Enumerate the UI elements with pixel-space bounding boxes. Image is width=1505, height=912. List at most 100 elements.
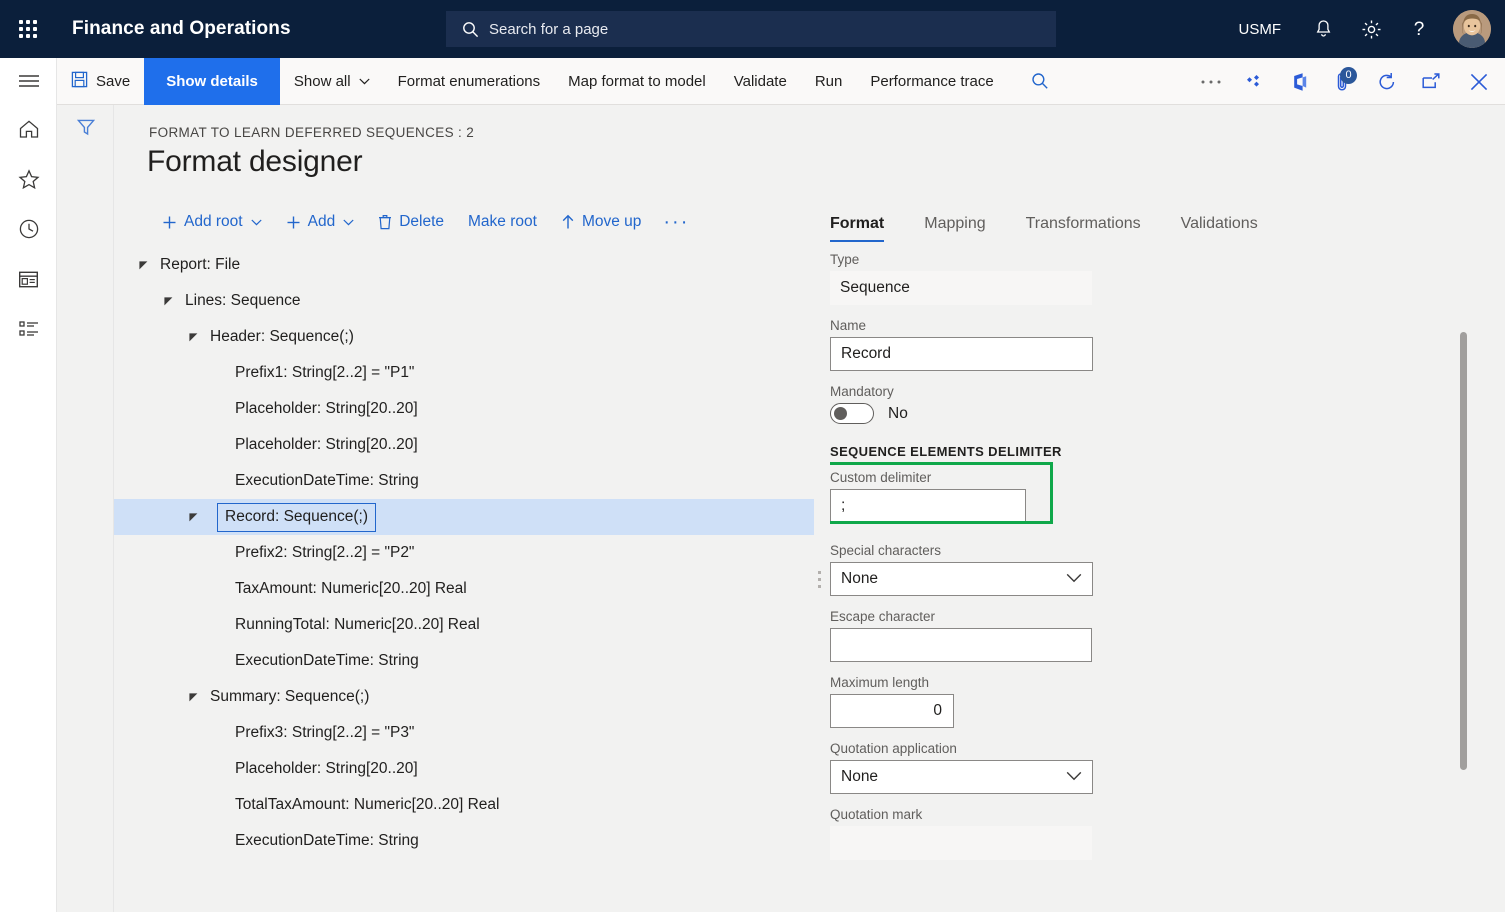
tree-node-label: Report: File [160, 256, 240, 274]
clock-icon[interactable] [0, 204, 57, 254]
global-search-box[interactable]: Search for a page [446, 11, 1056, 47]
performance-trace-button[interactable]: Performance trace [856, 58, 1007, 105]
add-button[interactable]: Add [274, 203, 367, 241]
maximum-length-field-group: Maximum length 0 [830, 675, 1505, 728]
delete-button[interactable]: Delete [366, 203, 456, 241]
company-selector[interactable]: USMF [1221, 21, 1300, 38]
home-icon[interactable] [0, 104, 57, 154]
question-mark-icon[interactable]: ? [1395, 0, 1443, 58]
star-icon[interactable] [0, 154, 57, 204]
tree-node[interactable]: Prefix1: String[2..2] = "P1" [114, 355, 814, 391]
run-button[interactable]: Run [801, 58, 857, 105]
tab-validations[interactable]: Validations [1181, 215, 1258, 242]
tree-node[interactable]: Report: File [114, 247, 814, 283]
tree-node[interactable]: TaxAmount: Numeric[20..20] Real [114, 571, 814, 607]
tree-node-label: ExecutionDateTime: String [235, 832, 419, 850]
tree-node[interactable]: ExecutionDateTime: String [114, 463, 814, 499]
make-root-label: Make root [468, 213, 537, 231]
office-app-icon[interactable] [1277, 58, 1321, 105]
maximum-length-input[interactable]: 0 [830, 694, 954, 728]
delete-label: Delete [399, 213, 444, 231]
escape-character-input[interactable] [830, 628, 1092, 662]
tree-node-label: RunningTotal: Numeric[20..20] Real [235, 616, 480, 634]
chevron-down-icon [343, 219, 354, 226]
tree-expander-icon[interactable] [161, 294, 175, 308]
name-field-group: Name Record [830, 318, 1505, 371]
chevron-down-icon [1066, 570, 1082, 588]
tree-node-label: Prefix1: String[2..2] = "P1" [235, 364, 414, 382]
detail-tabs: Format Mapping Transformations Validatio… [830, 200, 1298, 242]
tree-node[interactable]: Prefix2: String[2..2] = "P2" [114, 535, 814, 571]
tab-format[interactable]: Format [830, 215, 884, 242]
hamburger-menu-icon[interactable] [0, 58, 57, 104]
tree-expander-icon[interactable] [186, 510, 200, 524]
mandatory-value: No [888, 405, 908, 423]
make-root-button[interactable]: Make root [456, 203, 549, 241]
detail-panel-scrollbar[interactable] [1460, 332, 1467, 770]
tree-expander-spacer [211, 546, 225, 560]
custom-delimiter-input[interactable]: ; [830, 489, 1026, 523]
tree-node[interactable]: ExecutionDateTime: String [114, 823, 814, 859]
tree-expander-spacer [211, 402, 225, 416]
validate-label: Validate [734, 73, 787, 90]
refresh-icon[interactable] [1365, 58, 1409, 105]
tree-node[interactable]: Placeholder: String[20..20] [114, 751, 814, 787]
name-input[interactable]: Record [830, 337, 1093, 371]
tree-node[interactable]: RunningTotal: Numeric[20..20] Real [114, 607, 814, 643]
attachments-icon[interactable]: 0 [1321, 58, 1365, 105]
tree-expander-icon[interactable] [136, 258, 150, 272]
tree-node[interactable]: Record: Sequence(;) [114, 499, 814, 535]
panel-splitter[interactable] [811, 247, 827, 912]
command-search-icon[interactable] [1018, 58, 1062, 105]
app-launcher-icon[interactable] [0, 0, 56, 58]
modules-list-icon[interactable] [0, 304, 57, 354]
tree-expander-icon[interactable] [186, 690, 200, 704]
tree-node[interactable]: ExecutionDateTime: String [114, 643, 814, 679]
workspace-icon[interactable] [0, 254, 57, 304]
tree-node[interactable]: Header: Sequence(;) [114, 319, 814, 355]
gear-icon[interactable] [1347, 0, 1395, 58]
quotation-application-select[interactable]: None [830, 760, 1093, 794]
user-avatar[interactable] [1453, 10, 1491, 48]
validate-button[interactable]: Validate [720, 58, 801, 105]
move-up-button[interactable]: Move up [549, 203, 653, 241]
map-format-to-model-button[interactable]: Map format to model [554, 58, 720, 105]
special-characters-select[interactable]: None [830, 562, 1093, 596]
close-icon[interactable] [1453, 58, 1505, 105]
format-enumerations-button[interactable]: Format enumerations [384, 58, 555, 105]
tree-expander-spacer [211, 798, 225, 812]
tree-node-label: Placeholder: String[20..20] [235, 436, 418, 454]
tree-node-label: ExecutionDateTime: String [235, 472, 419, 490]
bell-icon[interactable] [1299, 0, 1347, 58]
add-root-button[interactable]: Add root [150, 203, 274, 241]
tree-node[interactable]: Summary: Sequence(;) [114, 679, 814, 715]
tree-node[interactable]: Prefix3: String[2..2] = "P3" [114, 715, 814, 751]
show-details-button[interactable]: Show details [144, 58, 280, 105]
tree-overflow-button[interactable]: ··· [653, 203, 699, 241]
tree-node[interactable]: Lines: Sequence [114, 283, 814, 319]
mandatory-toggle[interactable] [830, 403, 874, 424]
arrow-up-icon [561, 214, 575, 230]
filter-icon[interactable] [57, 105, 114, 149]
tree-toolbar: Add root Add Delete Make root [150, 203, 699, 241]
tree-node[interactable]: TotalTaxAmount: Numeric[20..20] Real [114, 787, 814, 823]
top-navigation-bar: Finance and Operations Search for a page… [0, 0, 1505, 58]
quotation-application-value: None [841, 768, 878, 786]
tree-node[interactable]: Placeholder: String[20..20] [114, 427, 814, 463]
tree-node-label: Prefix2: String[2..2] = "P2" [235, 544, 414, 562]
popout-icon[interactable] [1409, 58, 1453, 105]
tree-node-label: TotalTaxAmount: Numeric[20..20] Real [235, 796, 499, 814]
tab-transformations[interactable]: Transformations [1026, 215, 1141, 242]
quotation-mark-field-group: Quotation mark [830, 807, 1505, 860]
save-button[interactable]: Save [57, 58, 144, 105]
tab-mapping[interactable]: Mapping [924, 215, 985, 242]
show-all-button[interactable]: Show all [280, 58, 384, 105]
format-enumerations-label: Format enumerations [398, 73, 541, 90]
save-disk-icon [71, 71, 88, 92]
tree-expander-icon[interactable] [186, 330, 200, 344]
tree-expander-spacer [211, 438, 225, 452]
quotation-mark-input [830, 826, 1092, 860]
tree-node[interactable]: Placeholder: String[20..20] [114, 391, 814, 427]
overflow-ellipsis-icon[interactable] [1189, 58, 1233, 105]
share-icon[interactable] [1233, 58, 1277, 105]
